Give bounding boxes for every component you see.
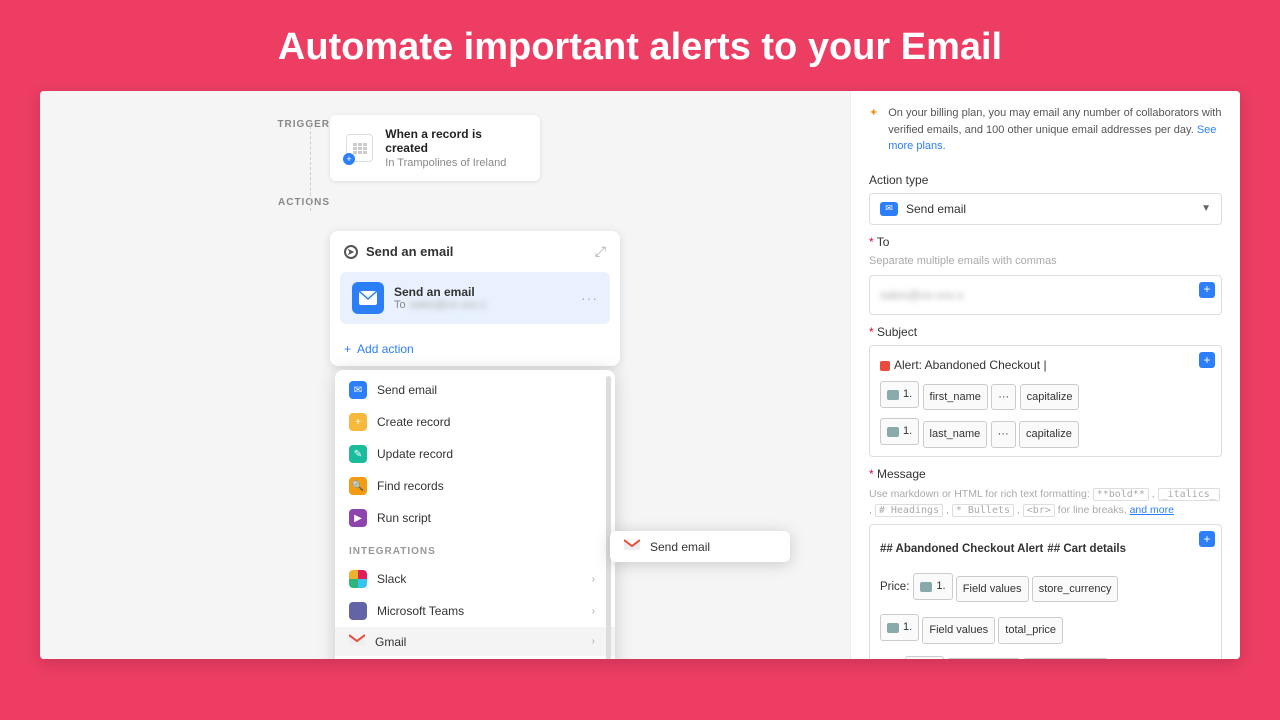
chevron-right-icon: › xyxy=(592,636,595,647)
action-option-label: Send email xyxy=(377,383,437,397)
field-token[interactable]: 1. xyxy=(913,573,952,600)
automation-canvas: TRIGGER ACTIONS + When a record is creat… xyxy=(40,91,850,659)
to-input[interactable]: sales@xx-xxx.x + xyxy=(869,275,1222,316)
trigger-section-label: TRIGGER xyxy=(230,119,330,130)
action-option-icon: ✉ xyxy=(349,381,367,399)
gmail-submenu[interactable]: Send email xyxy=(610,531,790,562)
action-option-icon: ✎ xyxy=(349,445,367,463)
integration-option[interactable]: Slack › xyxy=(335,563,615,595)
field-token[interactable]: capitalize xyxy=(1020,384,1080,411)
field-token[interactable]: last_name xyxy=(923,421,988,448)
integration-label: Gmail xyxy=(375,635,406,649)
gmail-icon xyxy=(349,634,365,649)
add-token-button[interactable]: + xyxy=(1199,282,1215,298)
add-token-button[interactable]: + xyxy=(1199,531,1215,547)
action-header-title: Send an email xyxy=(366,244,587,259)
config-panel: ✦ On your billing plan, you may email an… xyxy=(850,91,1240,659)
plus-icon: + xyxy=(344,342,351,356)
alert-icon xyxy=(880,361,890,371)
integration-label: Microsoft Teams xyxy=(377,604,464,618)
submenu-label: Send email xyxy=(650,540,710,554)
integration-option[interactable]: Gmail › xyxy=(335,627,615,656)
field-token[interactable]: first_name xyxy=(923,384,988,411)
collapse-icon[interactable]: ⤢ xyxy=(595,243,606,260)
connector-line xyxy=(310,121,311,211)
action-option-icon: ▶ xyxy=(349,509,367,527)
formatting-help-link[interactable]: and more xyxy=(1130,504,1174,516)
action-card: Send an email ⤢ Send an email To sales@x… xyxy=(330,231,620,366)
field-token[interactable]: items_quantity xyxy=(1023,658,1108,659)
integration-option[interactable]: Microsoft Teams › xyxy=(335,595,615,627)
record-icon: + xyxy=(346,134,373,162)
action-option[interactable]: 🔍 Find records xyxy=(335,470,615,502)
message-hint: Use markdown or HTML for rich text forma… xyxy=(869,487,1222,519)
email-to-redacted: sales@xx-xxx.x xyxy=(410,299,487,311)
to-hint: Separate multiple emails with commas xyxy=(869,255,1222,267)
info-banner: ✦ On your billing plan, you may email an… xyxy=(869,105,1222,163)
action-option[interactable]: ✎ Update record xyxy=(335,438,615,470)
chevron-right-icon: › xyxy=(592,574,595,585)
msteams-icon xyxy=(349,602,367,620)
action-type-select[interactable]: ✉ Send email ▼ xyxy=(869,193,1222,225)
integration-option[interactable]: ▦Google Calendar› xyxy=(335,656,615,659)
page-title: Automate important alerts to your Email xyxy=(0,0,1280,91)
gmail-icon xyxy=(624,539,640,554)
app-card: TRIGGER ACTIONS + When a record is creat… xyxy=(40,91,1240,659)
subject-text: Alert: Abandoned Checkout | xyxy=(894,354,1047,377)
trigger-title: When a record is created xyxy=(385,127,524,155)
field-token[interactable]: Field values xyxy=(956,576,1029,603)
action-dropdown: ✉ Send email + Create record ✎ Update record 🔍… xyxy=(335,370,615,659)
chevron-down-icon: ▼ xyxy=(1201,203,1211,214)
field-token[interactable]: 1. xyxy=(880,614,919,641)
actions-section-label: ACTIONS xyxy=(230,197,330,208)
to-value-redacted: sales@xx-xxx.x xyxy=(880,284,964,307)
send-icon xyxy=(344,245,358,259)
integration-label: Slack xyxy=(377,572,406,586)
plus-badge-icon: + xyxy=(343,153,355,165)
subject-label: Subject xyxy=(869,325,1222,339)
action-type-label: Action type xyxy=(869,173,1222,187)
add-action-button[interactable]: + Add action xyxy=(330,332,620,366)
field-token[interactable]: store_currency xyxy=(1032,576,1119,603)
action-option-label: Run script xyxy=(377,511,431,525)
envelope-icon xyxy=(352,282,384,314)
action-option-label: Update record xyxy=(377,447,453,461)
field-token[interactable]: 1. xyxy=(905,656,944,659)
field-token[interactable]: capitalize xyxy=(1019,421,1079,448)
message-heading: ## Cart details xyxy=(1047,539,1126,561)
to-label: To xyxy=(869,235,1222,249)
action-option-icon: 🔍 xyxy=(349,477,367,495)
email-step-title: Send an email xyxy=(394,285,571,299)
message-label: Message xyxy=(869,467,1222,481)
slack-icon xyxy=(349,570,367,588)
field-token[interactable]: 1. xyxy=(880,381,919,408)
field-token[interactable]: 1. xyxy=(880,418,919,445)
envelope-icon: ✉ xyxy=(880,202,898,216)
message-heading: ## Abandoned Checkout Alert xyxy=(880,539,1043,561)
email-step[interactable]: Send an email To sales@xx-xxx.x ··· xyxy=(340,272,610,324)
action-option[interactable]: ✉ Send email xyxy=(335,374,615,406)
add-token-button[interactable]: + xyxy=(1199,352,1215,368)
action-header[interactable]: Send an email ⤢ xyxy=(330,231,620,272)
action-option-label: Create record xyxy=(377,415,450,429)
email-step-to: To sales@xx-xxx.x xyxy=(394,299,571,311)
chevron-right-icon: › xyxy=(592,606,595,617)
trigger-subtitle: In Trampolines of Ireland xyxy=(385,157,524,169)
field-token[interactable]: total_price xyxy=(998,617,1063,644)
action-option-label: Find records xyxy=(377,479,444,493)
subject-input[interactable]: Alert: Abandoned Checkout | 1. first_nam… xyxy=(869,345,1222,456)
action-option[interactable]: ▶ Run script xyxy=(335,502,615,534)
more-icon[interactable]: ··· xyxy=(581,290,598,306)
action-option-icon: + xyxy=(349,413,367,431)
field-token[interactable]: ··· xyxy=(991,384,1016,411)
field-token[interactable]: Field values xyxy=(922,617,995,644)
field-token[interactable]: ··· xyxy=(991,421,1016,448)
trigger-card[interactable]: + When a record is created In Trampoline… xyxy=(330,115,540,181)
sparkle-icon: ✦ xyxy=(869,105,878,155)
action-type-value: Send email xyxy=(906,202,966,216)
field-token[interactable]: Field values xyxy=(947,658,1020,659)
message-input[interactable]: + ## Abandoned Checkout Alert ## Cart de… xyxy=(869,524,1222,659)
action-option[interactable]: + Create record xyxy=(335,406,615,438)
integrations-label: INTEGRATIONS xyxy=(335,534,615,563)
